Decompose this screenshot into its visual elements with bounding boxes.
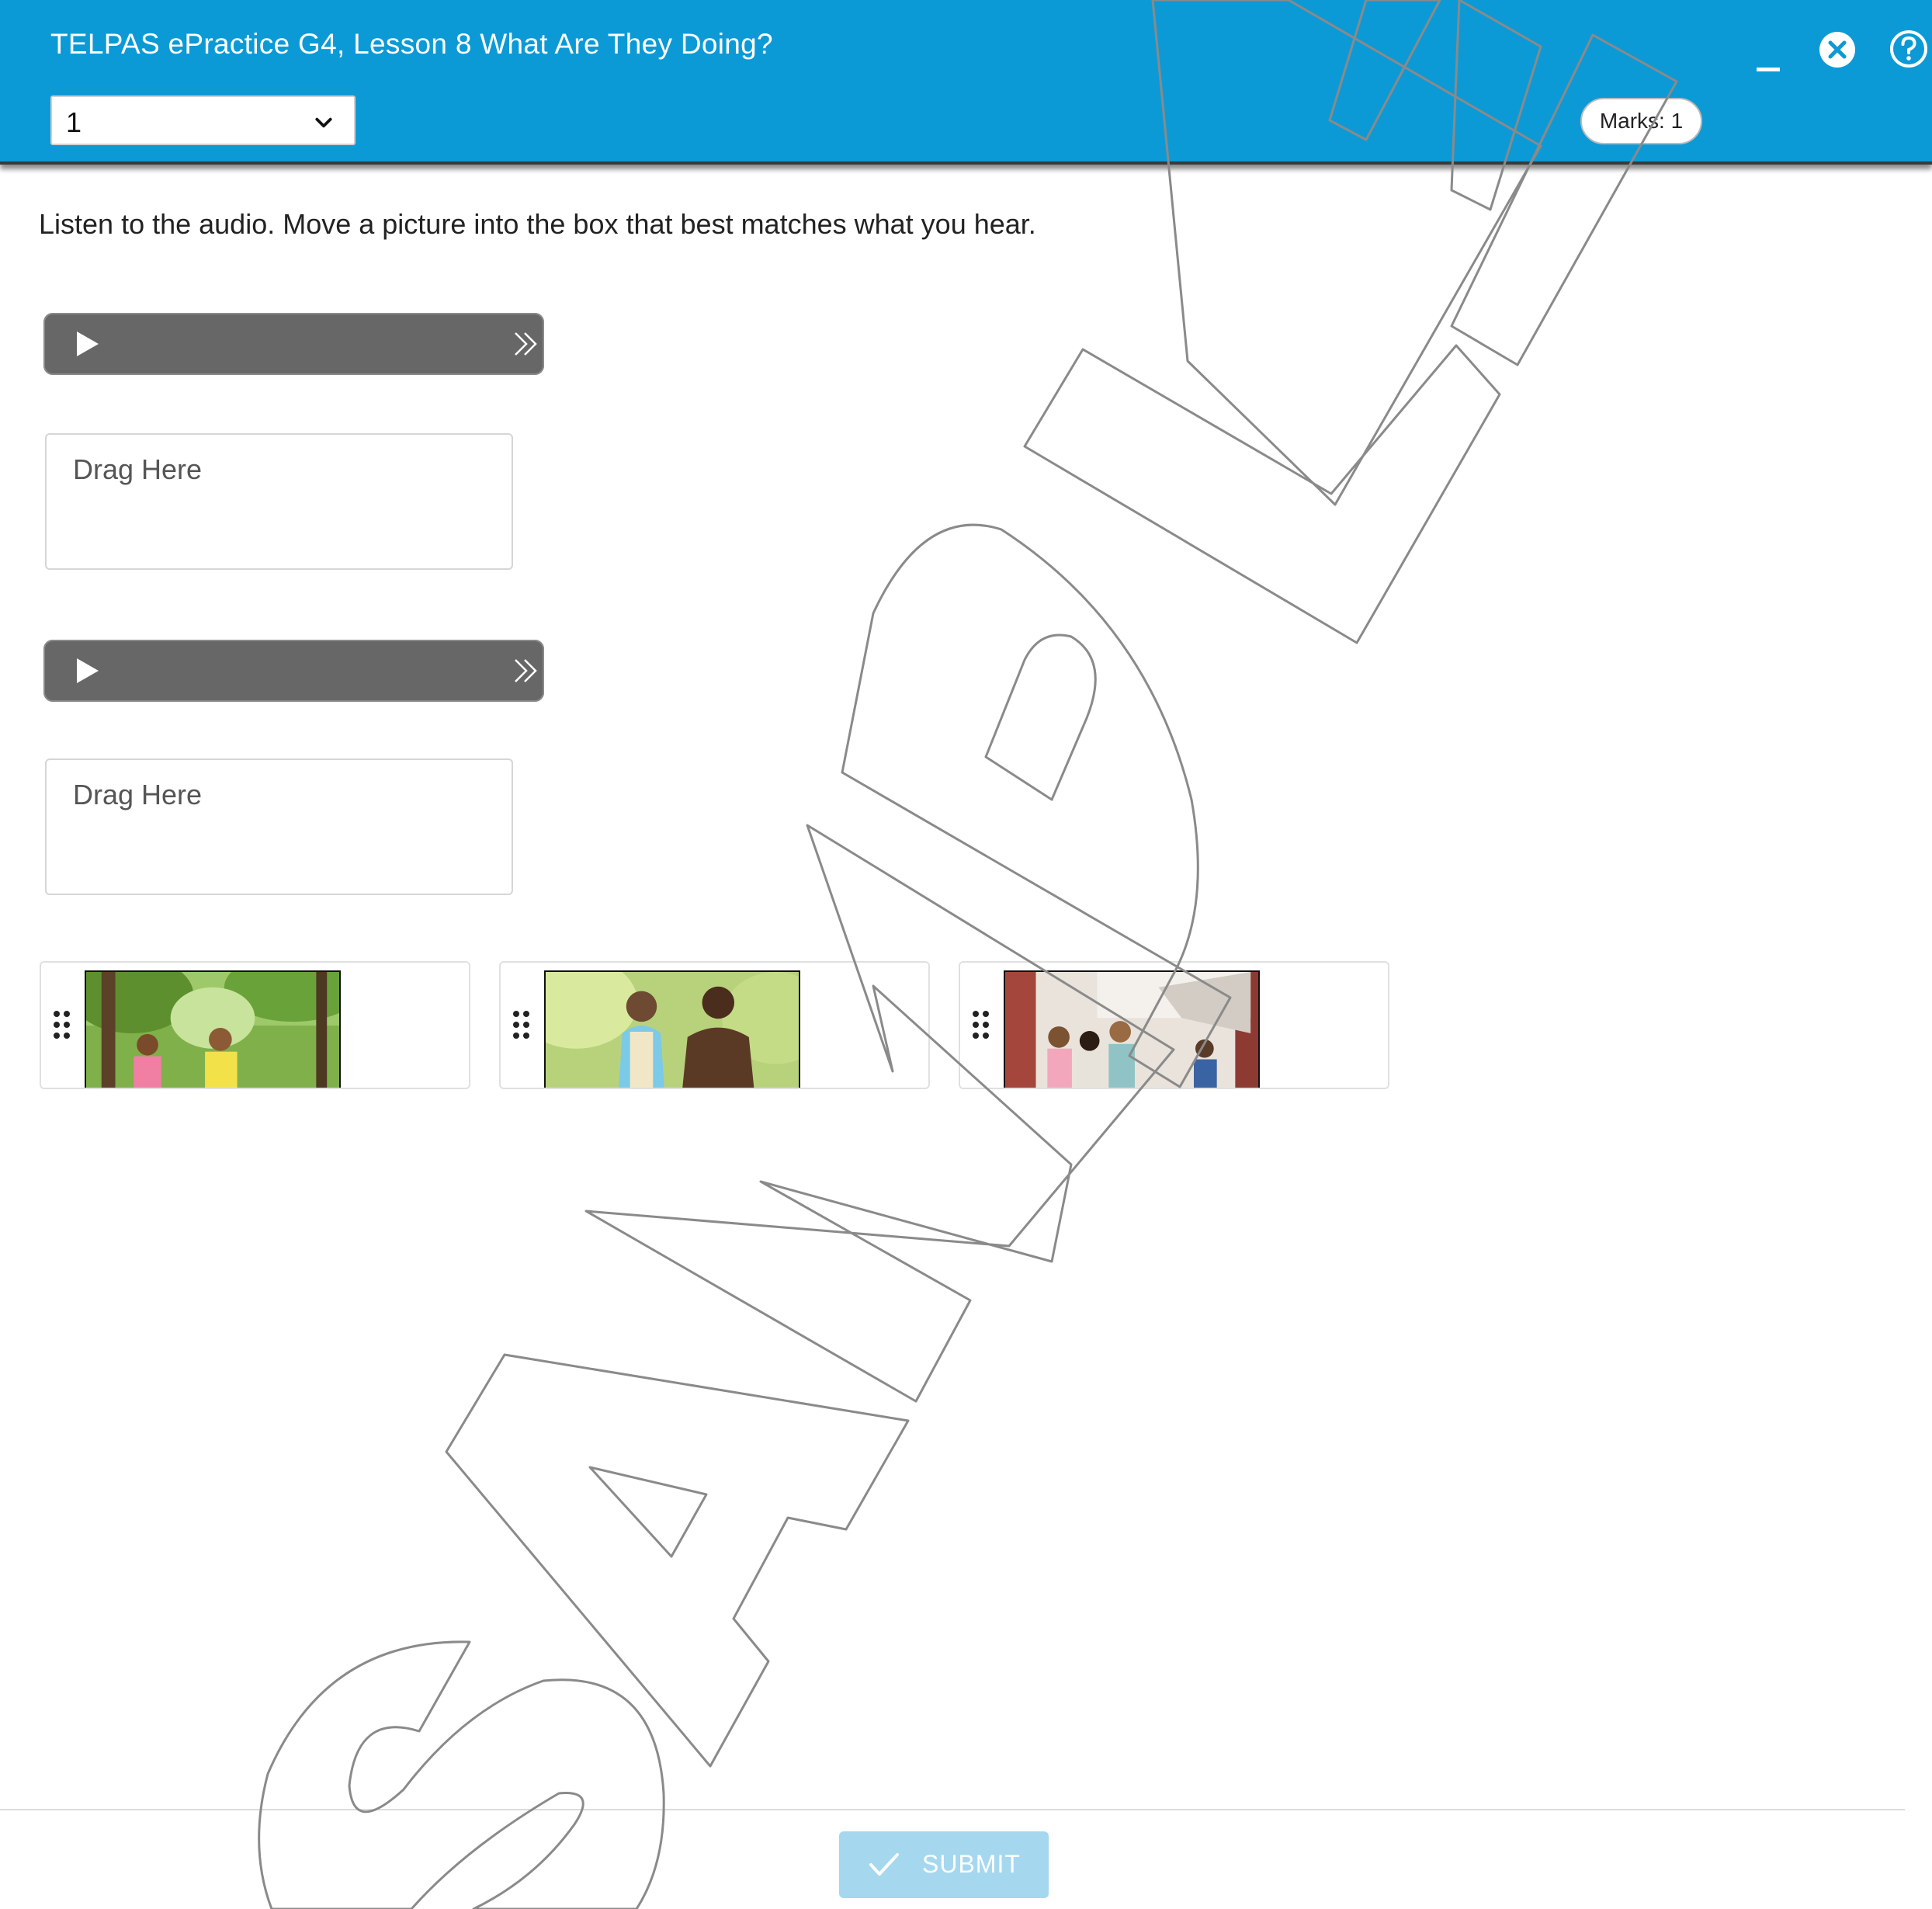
audio-player-1[interactable] xyxy=(43,313,544,375)
checkmark-icon xyxy=(869,1853,899,1876)
drop-zone-label: Drag Here xyxy=(73,779,203,810)
drag-handle-icon[interactable] xyxy=(52,1009,72,1040)
close-button[interactable] xyxy=(1819,31,1856,68)
play-icon[interactable] xyxy=(75,330,101,358)
photo-students-in-hallway xyxy=(1004,970,1260,1088)
drag-handle-icon[interactable] xyxy=(971,1009,991,1040)
picture-tile-1[interactable] xyxy=(40,961,470,1089)
photo-older-couple-walking xyxy=(544,970,800,1088)
minimize-icon xyxy=(1757,68,1780,71)
audio-player-2[interactable] xyxy=(43,640,544,702)
help-button[interactable] xyxy=(1889,30,1928,68)
question-number-select[interactable]: 1 xyxy=(50,95,356,145)
footer-divider xyxy=(0,1809,1905,1810)
minimize-button[interactable] xyxy=(1757,54,1783,71)
question-select-value: 1 xyxy=(66,106,82,138)
submit-label: SUBMIT xyxy=(922,1850,1021,1878)
chevron-down-icon xyxy=(315,117,332,128)
photo-girls-in-park xyxy=(85,970,341,1088)
picture-tile-3[interactable] xyxy=(959,961,1389,1089)
header-bar: TELPAS ePractice G4, Lesson 8 What Are T… xyxy=(0,0,1932,165)
instruction-text: Listen to the audio. Move a picture into… xyxy=(39,208,1036,240)
drop-zone-1[interactable]: Drag Here xyxy=(45,433,513,570)
drop-zone-label: Drag Here xyxy=(73,453,203,485)
assessment-window: TELPAS ePractice G4, Lesson 8 What Are T… xyxy=(0,0,1932,1909)
double-chevron-right-icon[interactable] xyxy=(511,328,542,359)
submit-button[interactable]: SUBMIT xyxy=(839,1831,1049,1898)
marks-badge: Marks: 1 xyxy=(1580,98,1702,144)
drop-zone-2[interactable]: Drag Here xyxy=(45,758,513,895)
page-title: TELPAS ePractice G4, Lesson 8 What Are T… xyxy=(50,28,773,60)
play-icon[interactable] xyxy=(75,657,101,685)
sample-watermark xyxy=(258,0,1678,1909)
double-chevron-right-icon[interactable] xyxy=(511,655,542,686)
picture-tile-2[interactable] xyxy=(499,961,930,1089)
drag-handle-icon[interactable] xyxy=(512,1009,532,1040)
